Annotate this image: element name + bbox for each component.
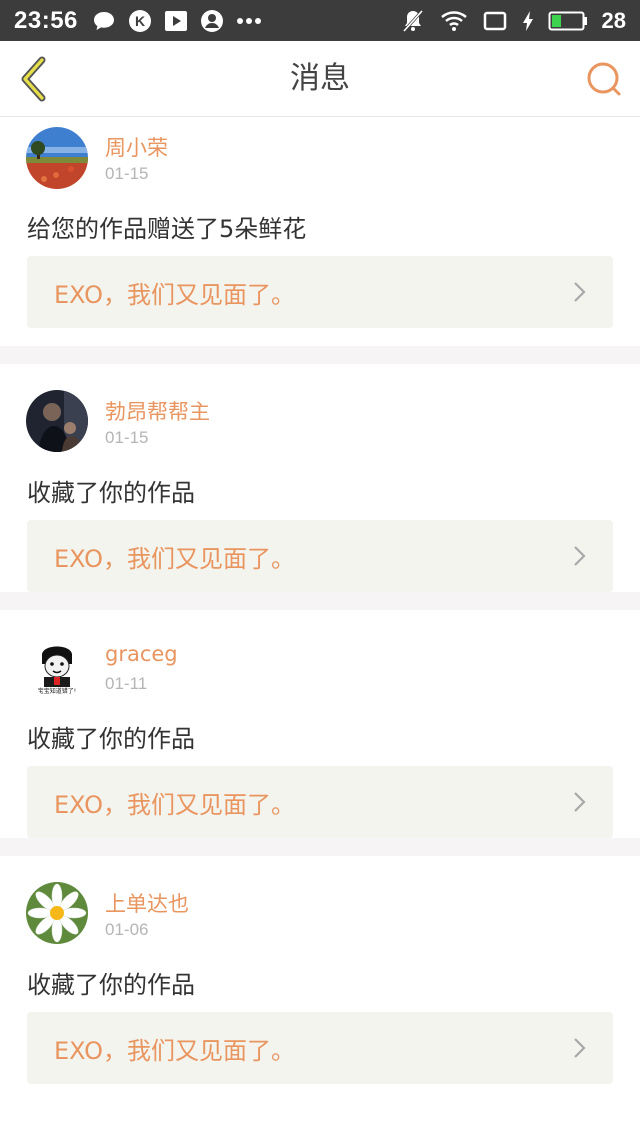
- svg-text:K: K: [135, 13, 145, 29]
- search-icon: [587, 62, 621, 96]
- work-title: EXO，我们又见面了。: [54, 544, 295, 573]
- work-link[interactable]: EXO，我们又见面了。: [27, 766, 613, 838]
- divider: [0, 592, 640, 610]
- avatar-caption: 宝宝知道错了!: [37, 688, 77, 695]
- battery-percent: 28: [601, 7, 626, 33]
- action-text: 收藏了你的作品: [27, 479, 195, 507]
- chat-bubble-icon: [92, 10, 116, 32]
- mute-bell-icon: [400, 8, 426, 34]
- action-text: 给您的作品赠送了5朵鲜花: [27, 215, 307, 243]
- screen-icon: [482, 10, 508, 32]
- search-button[interactable]: [582, 57, 626, 101]
- avatar[interactable]: 宝宝知道错了!: [26, 636, 88, 698]
- work-title: EXO，我们又见面了。: [54, 790, 295, 819]
- chevron-right-icon: [574, 546, 586, 566]
- work-link[interactable]: EXO，我们又见面了。: [27, 520, 613, 592]
- username[interactable]: graceg: [105, 642, 178, 666]
- field-tree-avatar-icon: [26, 127, 88, 189]
- message-list: 周小荣 01-15 给您的作品赠送了5朵鲜花 EXO，我们又见面了。 勃昂帮帮主…: [0, 118, 640, 1084]
- work-title: EXO，我们又见面了。: [54, 1036, 295, 1065]
- daisy-avatar-icon: [26, 882, 88, 944]
- avatar[interactable]: [26, 127, 88, 189]
- message-date: 01-06: [105, 920, 149, 939]
- message-date: 01-15: [105, 428, 149, 447]
- username[interactable]: 上单达也: [105, 888, 189, 918]
- play-icon: [164, 10, 188, 32]
- page-title: 消息: [290, 61, 350, 96]
- message-date: 01-15: [105, 164, 149, 183]
- message-card[interactable]: 上单达也 01-06 收藏了你的作品 EXO，我们又见面了。: [0, 856, 640, 1084]
- divider: [0, 838, 640, 856]
- status-time: 23:56: [14, 6, 78, 34]
- battery-icon: [548, 10, 588, 32]
- avatar[interactable]: [26, 882, 88, 944]
- avatar[interactable]: [26, 390, 88, 452]
- work-title: EXO，我们又见面了。: [54, 280, 295, 309]
- charging-icon: [522, 10, 534, 32]
- chevron-left-icon: [21, 56, 46, 102]
- action-text: 收藏了你的作品: [27, 971, 195, 999]
- message-date: 01-11: [105, 674, 148, 693]
- back-button[interactable]: [14, 55, 54, 103]
- dark-photo-avatar-icon: [26, 390, 88, 452]
- status-bar: 23:56 K 28: [0, 0, 640, 41]
- chevron-right-icon: [574, 792, 586, 812]
- wifi-icon: [440, 9, 468, 33]
- chevron-right-icon: [574, 1038, 586, 1058]
- username[interactable]: 周小荣: [105, 132, 168, 162]
- k-app-icon: K: [128, 9, 152, 33]
- divider: [0, 346, 640, 364]
- message-card[interactable]: 勃昂帮帮主 01-15 收藏了你的作品 EXO，我们又见面了。: [0, 364, 640, 592]
- more-dots-icon: [236, 17, 262, 25]
- message-card[interactable]: 宝宝知道错了! graceg 01-11 收藏了你的作品 EXO，我们又见面了。: [0, 610, 640, 838]
- action-text: 收藏了你的作品: [27, 725, 195, 753]
- work-link[interactable]: EXO，我们又见面了。: [27, 256, 613, 328]
- message-card[interactable]: 周小荣 01-15 给您的作品赠送了5朵鲜花 EXO，我们又见面了。: [0, 118, 640, 346]
- username[interactable]: 勃昂帮帮主: [105, 396, 210, 426]
- person-icon: [200, 9, 224, 33]
- header: 消息: [0, 41, 640, 117]
- chevron-right-icon: [574, 282, 586, 302]
- work-link[interactable]: EXO，我们又见面了。: [27, 1012, 613, 1084]
